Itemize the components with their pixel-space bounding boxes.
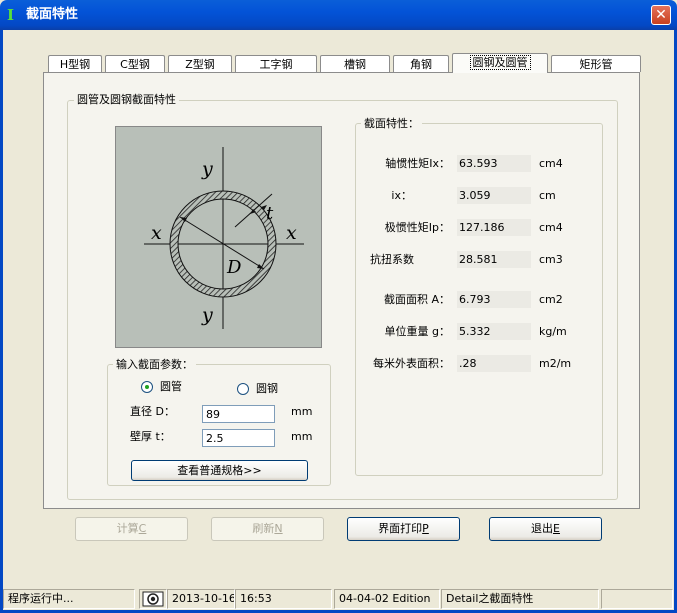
- cross-section-diagram: y y x x t D: [115, 126, 322, 348]
- status-edition: 04-04-02 Edition: [334, 589, 440, 609]
- status-state: 程序运行中...: [3, 589, 135, 609]
- tab-channel-steel[interactable]: 槽钢: [320, 55, 390, 72]
- status-module: Detail之截面特性: [441, 589, 599, 609]
- axis-label-x-left: x: [151, 222, 162, 244]
- status-time: 16:53: [235, 589, 332, 609]
- app-i-beam-icon: I: [7, 6, 15, 24]
- prop-label-weight: 单位重量 g：: [384, 325, 450, 338]
- prop-unit-weight: kg/m: [539, 325, 567, 338]
- prop-label-radius: ix：: [391, 189, 412, 202]
- status-date: 2013-10-16: [167, 589, 235, 609]
- view-spec-button[interactable]: 查看普通规格>>: [131, 460, 308, 481]
- prop-unit-torsion: cm3: [539, 253, 563, 266]
- prop-label-ix: 轴惯性矩Ix：: [385, 157, 450, 170]
- status-icon-cell: [139, 589, 167, 609]
- prop-value-weight: 5.332: [457, 323, 531, 340]
- tab-i-beam[interactable]: 工字钢: [235, 55, 317, 72]
- tab-angle-steel[interactable]: 角钢: [393, 55, 449, 72]
- radio-pipe-label[interactable]: 圆管: [160, 380, 182, 393]
- diameter-label: 直径 D：: [130, 405, 175, 418]
- axis-label-y-top: y: [201, 158, 213, 180]
- close-button[interactable]: ✕: [651, 5, 671, 25]
- prop-value-ix: 63.593: [457, 155, 531, 172]
- radio-pipe[interactable]: [141, 381, 153, 393]
- radio-bar-label[interactable]: 圆钢: [256, 382, 278, 395]
- tab-h-steel[interactable]: H型钢: [48, 55, 102, 72]
- camera-icon: [142, 591, 164, 607]
- thickness-unit: mm: [291, 430, 313, 443]
- section-title: 圆管及圆钢截面特性: [74, 93, 179, 106]
- print-screen-button[interactable]: 界面打印P: [347, 517, 460, 541]
- properties-title: 截面特性：: [361, 117, 422, 130]
- refresh-button[interactable]: 刷新N: [211, 517, 324, 541]
- thickness-input[interactable]: [202, 429, 275, 447]
- thickness-label: 壁厚 t：: [130, 430, 171, 443]
- diameter-input[interactable]: [202, 405, 275, 423]
- tab-c-steel[interactable]: C型钢: [105, 55, 165, 72]
- window-title: 截面特性: [26, 7, 79, 22]
- prop-unit-ix: cm4: [539, 157, 563, 170]
- thickness-label-t: t: [266, 203, 274, 224]
- prop-value-surface: .28: [457, 355, 531, 372]
- tab-rectangular-tube[interactable]: 矩形管: [551, 55, 641, 72]
- tab-z-steel[interactable]: Z型钢: [168, 55, 232, 72]
- prop-value-radius: 3.059: [457, 187, 531, 204]
- prop-unit-area: cm2: [539, 293, 563, 306]
- diameter-label-d: D: [226, 257, 242, 278]
- prop-label-surface: 每米外表面积：: [373, 357, 450, 370]
- prop-unit-surface: m2/m: [539, 357, 572, 370]
- prop-value-torsion: 28.581: [457, 251, 531, 268]
- axis-label-y-bottom: y: [201, 304, 213, 326]
- radio-bar[interactable]: [237, 383, 249, 395]
- exit-button[interactable]: 退出E: [489, 517, 602, 541]
- input-title: 输入截面参数：: [113, 358, 196, 371]
- prop-label-ip: 极惯性矩Ip：: [384, 221, 450, 234]
- diameter-unit: mm: [291, 405, 313, 418]
- prop-label-torsion: 抗扭系数: [370, 253, 414, 266]
- prop-label-area: 截面面积 A：: [383, 293, 450, 306]
- calculate-button[interactable]: 计算C: [75, 517, 188, 541]
- prop-value-area: 6.793: [457, 291, 531, 308]
- prop-value-ip: 127.186: [457, 219, 531, 236]
- title-bar[interactable]: [0, 0, 677, 30]
- tab-round-steel-pipe[interactable]: 圆钢及圆管: [452, 53, 548, 73]
- axis-label-x-right: x: [286, 222, 297, 244]
- prop-unit-radius: cm: [539, 189, 556, 202]
- status-empty: [601, 589, 673, 609]
- prop-unit-ip: cm4: [539, 221, 563, 234]
